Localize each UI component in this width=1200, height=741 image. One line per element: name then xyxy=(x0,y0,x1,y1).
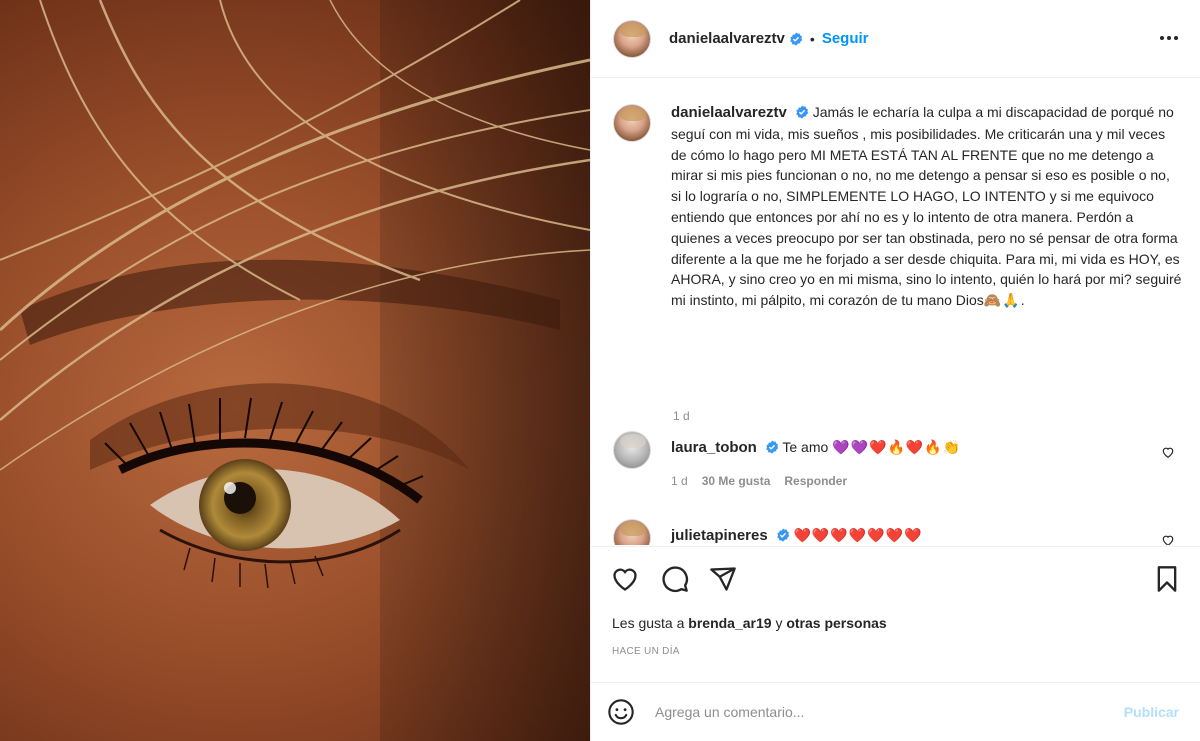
likes-others[interactable]: otras personas xyxy=(786,615,886,631)
comment-emojis: ❤️❤️❤️❤️❤️❤️❤️ xyxy=(793,528,923,544)
likes-prefix: Les gusta a xyxy=(612,615,685,631)
comment-text: Te amo xyxy=(782,439,829,455)
heart-icon[interactable] xyxy=(611,565,639,593)
likes-summary: Les gusta a brenda_ar19 y otras personas xyxy=(612,615,887,631)
follow-button[interactable]: Seguir xyxy=(822,30,869,47)
caption-body: Jamás le echaría la culpa a mi discapaci… xyxy=(671,104,1182,309)
heart-icon[interactable] xyxy=(1161,533,1175,545)
eye-closeup-illustration xyxy=(0,0,590,741)
commenter-avatar[interactable] xyxy=(613,519,651,545)
caption-author-avatar[interactable] xyxy=(613,104,651,142)
comment-like-count[interactable]: 30 Me gusta xyxy=(702,474,771,488)
comment-body: julietapineres ❤️❤️❤️❤️❤️❤️❤️ xyxy=(671,519,1183,545)
comment-item: laura_tobon Te amo 💜💜❤️🔥❤️🔥👏 1 d 30 Me g… xyxy=(613,431,1183,488)
commenter-avatar[interactable] xyxy=(613,431,651,469)
comment-item: julietapineres ❤️❤️❤️❤️❤️❤️❤️ xyxy=(613,519,1183,545)
comment-meta: 1 d 30 Me gusta Responder xyxy=(671,474,1183,488)
separator-dot: • xyxy=(809,30,815,47)
post-age: HACE UN DÍA xyxy=(612,646,680,657)
comment-bubble-icon[interactable] xyxy=(661,565,689,593)
verified-badge-icon xyxy=(776,528,789,542)
paper-plane-icon[interactable] xyxy=(709,565,737,593)
bookmark-icon[interactable] xyxy=(1153,565,1181,593)
caption-timestamp: 1 d xyxy=(673,409,690,423)
reply-button[interactable]: Responder xyxy=(784,474,847,488)
caption-emojis: 🙈🙏 xyxy=(983,293,1021,310)
publish-button[interactable]: Publicar xyxy=(1124,704,1179,720)
post-caption: danielaalvareztv Jamás le echaría la cul… xyxy=(613,102,1183,423)
post-header: danielaalvareztv • Seguir xyxy=(591,0,1200,78)
comment-input[interactable] xyxy=(655,704,1124,720)
author-username[interactable]: danielaalvareztv xyxy=(669,30,785,47)
post-side-panel: danielaalvareztv • Seguir danielaalvarez… xyxy=(590,0,1200,741)
caption-author-username[interactable]: danielaalvareztv xyxy=(671,104,787,121)
verified-badge-icon xyxy=(796,105,809,119)
comment-timestamp: 1 d xyxy=(671,474,688,488)
likes-and: y xyxy=(775,615,783,631)
comments-scroll-area[interactable]: danielaalvareztv Jamás le echaría la cul… xyxy=(591,79,1200,545)
caption-period: . xyxy=(1020,292,1025,309)
more-dots-icon[interactable] xyxy=(1157,28,1181,48)
verified-badge-icon xyxy=(765,440,778,454)
smiley-icon[interactable] xyxy=(607,698,635,726)
caption-text: danielaalvareztv Jamás le echaría la cul… xyxy=(671,102,1183,312)
commenter-username[interactable]: julietapineres xyxy=(671,527,768,544)
post-action-bar xyxy=(591,546,1200,608)
comment-body: laura_tobon Te amo 💜💜❤️🔥❤️🔥👏 xyxy=(671,431,1183,458)
comment-bar: Publicar xyxy=(591,682,1200,741)
comment-emojis: 💜💜❤️🔥❤️🔥👏 xyxy=(832,440,962,456)
post-photo xyxy=(0,0,590,741)
likes-user[interactable]: brenda_ar19 xyxy=(688,615,771,631)
commenter-username[interactable]: laura_tobon xyxy=(671,439,757,456)
verified-badge-icon xyxy=(790,31,803,46)
author-avatar[interactable] xyxy=(613,19,651,58)
heart-icon[interactable] xyxy=(1161,445,1175,459)
